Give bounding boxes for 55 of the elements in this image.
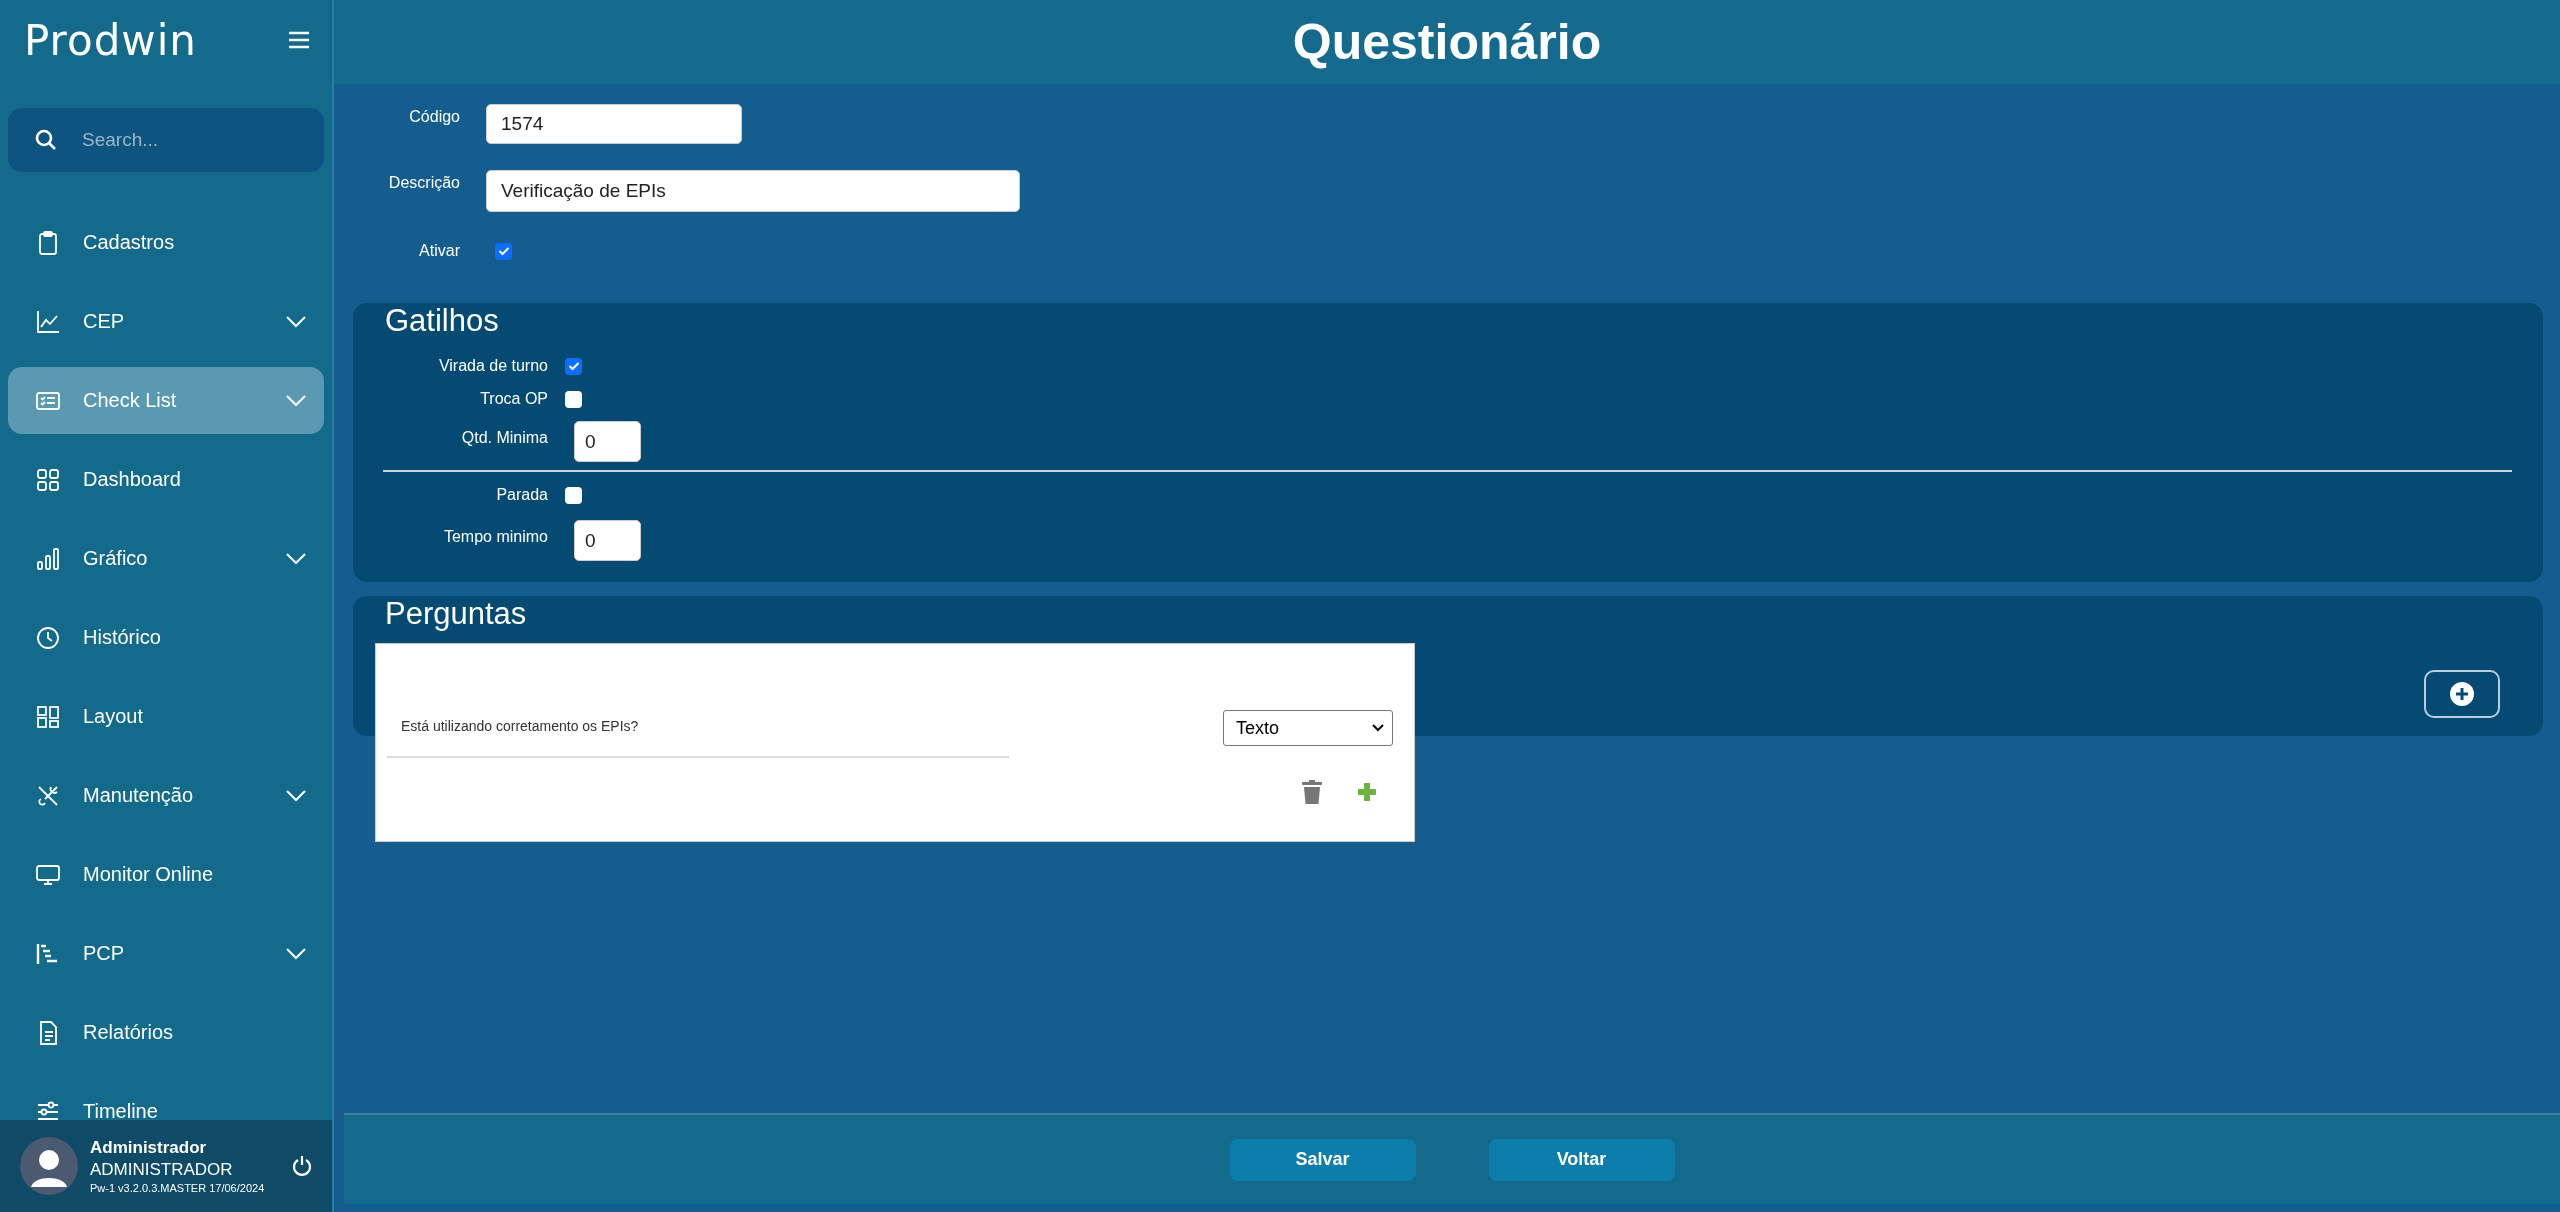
plus-icon[interactable] xyxy=(1358,783,1376,801)
section-title: Gatilhos xyxy=(384,303,500,339)
description-field[interactable]: Verificação de EPIs xyxy=(486,170,1020,212)
menu-item[interactable]: Dashboard xyxy=(8,446,324,513)
question-text[interactable]: Está utilizando corretamento os EPIs? xyxy=(387,710,1009,758)
menu-icon[interactable] xyxy=(288,31,310,49)
menu-item[interactable]: Cadastros xyxy=(8,209,324,276)
field-label: Ativar xyxy=(418,242,460,260)
trash-icon[interactable] xyxy=(1302,780,1322,804)
code-field[interactable]: 1574 xyxy=(486,104,742,144)
type-select[interactable]: Texto xyxy=(1223,710,1393,746)
field-label: Troca OP xyxy=(479,390,548,408)
search-bar[interactable]: Search... xyxy=(8,108,324,172)
field-label: Parada xyxy=(495,486,548,504)
menu-item[interactable]: PCP xyxy=(8,920,324,987)
number-field[interactable]: 0 xyxy=(574,520,641,561)
field-label: Tempo minimo xyxy=(442,527,548,546)
menu-item[interactable]: Layout xyxy=(8,683,324,750)
add-button[interactable] xyxy=(2424,670,2500,718)
action-button[interactable]: Voltar xyxy=(1488,1138,1675,1181)
menu-item[interactable]: Timeline xyxy=(8,1078,324,1120)
field-label: Descrição xyxy=(387,173,460,192)
layout-icon xyxy=(35,703,61,730)
search-field[interactable]: Search... xyxy=(80,128,304,152)
action-button[interactable]: Salvar xyxy=(1229,1138,1416,1181)
field-label: Virada de turno xyxy=(437,357,548,375)
checkbox[interactable] xyxy=(565,357,582,375)
avatar-icon xyxy=(20,1137,78,1195)
plus-circle-icon xyxy=(2449,681,2475,707)
version-text: Pw-1 v3.2.0.3.MASTER 17/06/2024 xyxy=(90,1182,266,1194)
logo: Prodwin xyxy=(24,15,197,65)
user-role: ADMINISTRADOR xyxy=(90,1160,234,1180)
page-title: Questionário xyxy=(1292,13,1602,71)
menu-item[interactable]: Histórico xyxy=(8,604,324,671)
menu-item[interactable]: Monitor Online xyxy=(8,841,324,908)
menu-item[interactable]: Check List xyxy=(8,367,324,434)
caret-icon xyxy=(1372,724,1384,732)
checkbox[interactable] xyxy=(565,486,582,504)
menu-item[interactable]: CEP xyxy=(8,288,324,355)
menu-item[interactable]: Manutenção xyxy=(8,762,324,829)
power-icon[interactable] xyxy=(292,1155,312,1177)
field-label: Qtd. Minima xyxy=(460,428,548,447)
checkbox[interactable] xyxy=(495,242,512,260)
grid-icon xyxy=(35,466,61,493)
clock-icon xyxy=(35,624,61,651)
field-label: Código xyxy=(408,107,460,126)
bar-chart-icon xyxy=(35,545,61,572)
menu-item[interactable]: Gráfico xyxy=(8,525,324,592)
search-icon xyxy=(34,128,58,152)
user-name: Administrador xyxy=(90,1138,208,1158)
menu-item[interactable]: Relatórios xyxy=(8,999,324,1066)
section-title: Perguntas xyxy=(384,596,528,632)
number-field[interactable]: 0 xyxy=(574,421,641,462)
line-chart-icon xyxy=(35,308,61,335)
checkbox[interactable] xyxy=(565,390,582,408)
